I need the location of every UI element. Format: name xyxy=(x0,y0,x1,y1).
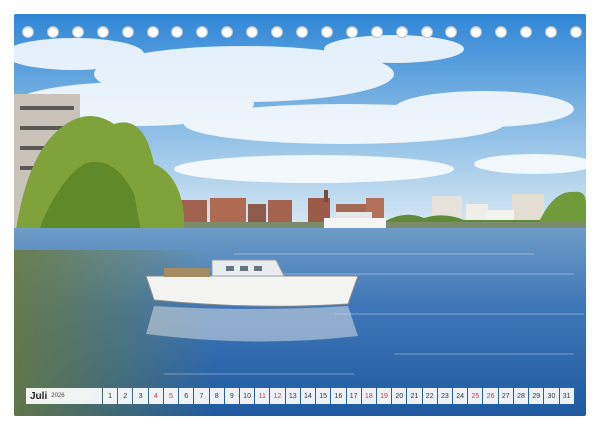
binding-hole xyxy=(71,26,84,38)
day-cell: 26 xyxy=(483,388,498,404)
binding-hole xyxy=(420,26,433,38)
day-cell: 19 xyxy=(376,388,392,404)
photo-scene xyxy=(14,14,586,416)
day-cell: 1 xyxy=(103,388,118,404)
day-cell: 22 xyxy=(422,388,437,404)
binding-hole xyxy=(520,26,533,38)
binding-hole xyxy=(445,26,458,38)
day-cell: 6 xyxy=(179,388,194,404)
calendar-page: Juli 2026 1 2 3 4 5 6 7 8 9 10 11 12 13 14 15 16 17 18 19 2… xyxy=(0,0,600,431)
day-cell: 18 xyxy=(361,388,376,404)
date-strip: Juli 2026 1 2 3 4 5 6 7 8 9 10 11 12 13 14 15 16 17 18 19 2… xyxy=(26,388,574,404)
day-cell: 7 xyxy=(194,388,209,404)
day-cell: 15 xyxy=(316,388,331,404)
binding-hole xyxy=(246,26,259,38)
day-cell: 20 xyxy=(392,388,407,404)
day-cell: 11 xyxy=(255,388,270,404)
day-cell: 30 xyxy=(544,388,559,404)
binding-hole xyxy=(295,26,308,38)
day-cell: 8 xyxy=(209,388,224,404)
day-cell: 13 xyxy=(285,388,300,404)
binding-hole xyxy=(545,26,558,38)
day-cell: 10 xyxy=(239,388,255,404)
month-label: Juli 2026 xyxy=(26,388,102,404)
binding-hole xyxy=(22,26,34,38)
day-cell: 4 xyxy=(148,388,163,404)
day-cell: 21 xyxy=(407,388,422,404)
day-cell: 29 xyxy=(529,388,544,404)
day-cell: 31 xyxy=(559,388,574,404)
binding-hole xyxy=(221,26,234,38)
binding-hole xyxy=(121,26,134,38)
day-cell: 17 xyxy=(346,388,361,404)
lake-photo xyxy=(14,14,586,416)
day-cell: 25 xyxy=(468,388,483,404)
day-cell: 12 xyxy=(270,388,285,404)
binding-hole xyxy=(146,26,159,38)
day-cell: 5 xyxy=(163,388,179,404)
binding-hole xyxy=(395,26,408,38)
day-cell: 2 xyxy=(118,388,133,404)
binding-hole xyxy=(569,26,582,38)
binding-hole xyxy=(171,26,184,38)
day-cell: 23 xyxy=(437,388,453,404)
binding-hole xyxy=(96,26,109,38)
day-cell: 28 xyxy=(513,388,529,404)
binding-hole xyxy=(470,26,483,38)
binding-hole xyxy=(370,26,383,38)
year-label: 2026 xyxy=(51,393,65,399)
day-cell: 27 xyxy=(498,388,513,404)
day-cell: 9 xyxy=(224,388,239,404)
binding-hole xyxy=(196,26,209,38)
day-cell: 14 xyxy=(300,388,316,404)
binding-hole xyxy=(495,26,508,38)
binding-hole xyxy=(320,26,333,38)
day-cell: 24 xyxy=(453,388,468,404)
day-cell: 3 xyxy=(133,388,148,404)
binding-holes xyxy=(22,25,582,39)
day-cell: 16 xyxy=(331,388,346,404)
binding-hole xyxy=(271,26,284,38)
binding-hole xyxy=(345,26,358,38)
month-name: Juli xyxy=(30,390,48,402)
binding-hole xyxy=(46,26,59,38)
